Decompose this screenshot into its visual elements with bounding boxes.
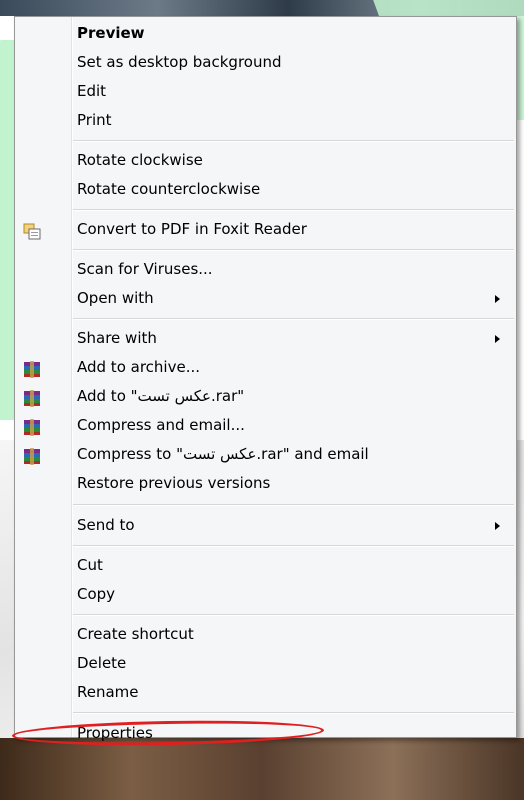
- submenu-arrow-icon: [495, 522, 500, 530]
- context-menu: Preview Set as desktop background Edit P…: [14, 16, 517, 742]
- menu-item-create-shortcut[interactable]: Create shortcut: [15, 620, 516, 649]
- menu-separator: [73, 318, 514, 320]
- menu-item-rename[interactable]: Rename: [15, 678, 516, 707]
- menu-item-label: Cut: [77, 556, 103, 574]
- menu-item-label: Compress and email...: [77, 416, 245, 434]
- winrar-icon: [23, 359, 41, 378]
- menu-separator: [73, 504, 514, 506]
- menu-item-set-desktop-background[interactable]: Set as desktop background: [15, 48, 516, 77]
- menu-item-label: Share with: [77, 329, 157, 347]
- winrar-icon: [23, 446, 41, 465]
- menu-item-share-with[interactable]: Share with: [15, 324, 516, 353]
- menu-item-label: Rotate counterclockwise: [77, 180, 261, 198]
- menu-item-print[interactable]: Print: [15, 106, 516, 135]
- menu-item-copy[interactable]: Copy: [15, 580, 516, 609]
- menu-item-convert-to-pdf[interactable]: Convert to PDF in Foxit Reader: [15, 215, 516, 244]
- menu-separator: [73, 249, 514, 251]
- menu-item-label: Restore previous versions: [77, 474, 271, 492]
- menu-item-restore-previous-versions[interactable]: Restore previous versions: [15, 469, 516, 498]
- menu-separator: [73, 614, 514, 616]
- menu-item-rotate-clockwise[interactable]: Rotate clockwise: [15, 146, 516, 175]
- menu-separator: [73, 209, 514, 211]
- menu-item-label: Scan for Viruses...: [77, 260, 213, 278]
- menu-item-label: Preview: [77, 24, 145, 42]
- menu-item-add-to-archive[interactable]: Add to archive...: [15, 353, 516, 382]
- menu-item-delete[interactable]: Delete: [15, 649, 516, 678]
- menu-item-scan-for-viruses[interactable]: Scan for Viruses...: [15, 255, 516, 284]
- foxit-pdf-icon: [23, 221, 41, 240]
- menu-item-label: Convert to PDF in Foxit Reader: [77, 220, 307, 238]
- menu-item-label: Compress to "عکس تست.rar" and email: [77, 445, 369, 463]
- menu-item-label: Rotate clockwise: [77, 151, 203, 169]
- menu-item-preview[interactable]: Preview: [15, 19, 516, 48]
- menu-item-label: Create shortcut: [77, 625, 194, 643]
- menu-item-label: Print: [77, 111, 112, 129]
- menu-item-rotate-counterclockwise[interactable]: Rotate counterclockwise: [15, 175, 516, 204]
- menu-item-label: Add to "عکس تست.rar": [77, 387, 245, 405]
- menu-item-add-to-rar[interactable]: Add to "عکس تست.rar": [15, 382, 516, 411]
- menu-item-compress-to-rar-and-email[interactable]: Compress to "عکس تست.rar" and email: [15, 440, 516, 469]
- menu-separator: [73, 545, 514, 547]
- menu-item-compress-and-email[interactable]: Compress and email...: [15, 411, 516, 440]
- menu-item-cut[interactable]: Cut: [15, 551, 516, 580]
- menu-separator: [73, 140, 514, 142]
- winrar-icon: [23, 388, 41, 407]
- menu-item-label: Send to: [77, 516, 135, 534]
- menu-separator: [73, 712, 514, 714]
- menu-item-open-with[interactable]: Open with: [15, 284, 516, 313]
- submenu-arrow-icon: [495, 295, 500, 303]
- menu-item-label: Add to archive...: [77, 358, 200, 376]
- submenu-arrow-icon: [495, 335, 500, 343]
- menu-item-label: Rename: [77, 683, 139, 701]
- menu-item-label: Open with: [77, 289, 154, 307]
- menu-item-label: Delete: [77, 654, 127, 672]
- menu-item-edit[interactable]: Edit: [15, 77, 516, 106]
- menu-item-label: Copy: [77, 585, 116, 603]
- menu-item-send-to[interactable]: Send to: [15, 511, 516, 540]
- menu-item-label: Edit: [77, 82, 107, 100]
- menu-item-label: Set as desktop background: [77, 53, 282, 71]
- winrar-icon: [23, 417, 41, 436]
